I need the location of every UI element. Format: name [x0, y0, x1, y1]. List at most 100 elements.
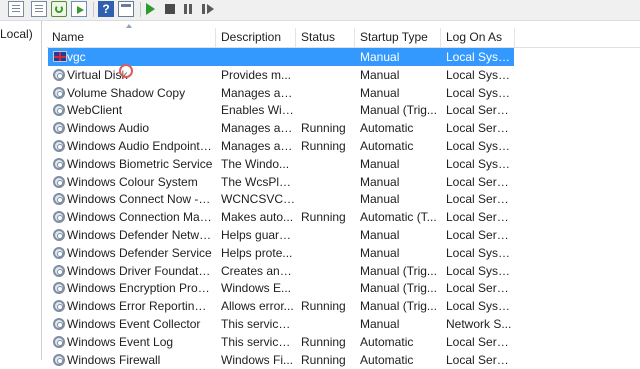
list-icon[interactable] [31, 1, 47, 17]
table-row[interactable]: Windows Audio Manages au... Running Automat… [47, 119, 640, 137]
service-status: Running [301, 210, 346, 225]
gear-icon [53, 122, 65, 135]
column-header-status[interactable]: Status [296, 28, 355, 47]
gear-icon [53, 86, 65, 99]
column-header-description[interactable]: Description [216, 28, 296, 47]
mouse-cursor-highlight [119, 64, 133, 78]
gear-icon [53, 246, 65, 259]
service-status [301, 190, 353, 208]
service-startup-type: Automatic [360, 121, 414, 136]
service-name: vgc [67, 50, 86, 64]
table-row[interactable]: Windows Defender Service Helps prote... Ma… [47, 244, 640, 262]
table-row[interactable]: Windows Defender Networ... Helps guard...… [47, 226, 640, 244]
service-name: Windows Connection Mana... [67, 210, 213, 225]
service-description: This service ... [221, 334, 295, 349]
column-header-log-on-as[interactable]: Log On As [441, 28, 515, 47]
column-header-name[interactable]: Name [47, 28, 216, 47]
table-row[interactable]: Windows Connect Now - C... WCNCSVC ... Man… [47, 190, 640, 208]
stop-service-icon[interactable] [165, 4, 175, 14]
gear-icon [53, 104, 65, 117]
service-name: Windows Audio [67, 121, 150, 136]
service-startup-type: Manual [360, 85, 400, 100]
table-row[interactable]: Windows Event Log This service ... Running… [47, 333, 640, 351]
service-name: Volume Shadow Copy [67, 85, 186, 100]
table-row[interactable]: vgc Manual Local Syste... [47, 48, 640, 66]
service-startup-type: Manual [360, 50, 400, 64]
service-status [301, 244, 353, 262]
table-row[interactable]: Windows Event Collector This service ... M… [47, 315, 640, 333]
export-icon[interactable] [71, 1, 87, 17]
services-list[interactable]: Name Description Status Startup Type Log… [47, 24, 640, 367]
service-startup-type: Automatic [360, 139, 414, 153]
service-status [301, 84, 353, 102]
service-description: Manages an... [221, 85, 295, 100]
service-description: Manages au... [221, 139, 295, 153]
service-name: Windows Audio Endpoint B... [67, 139, 213, 153]
gear-icon [53, 282, 65, 295]
service-status: Running [301, 334, 346, 349]
table-row[interactable]: Windows Audio Endpoint B... Manages au...… [47, 137, 640, 155]
gear-icon [53, 68, 65, 81]
service-log-on-as: Local Syste... [446, 50, 512, 64]
restart-service-icon[interactable] [202, 4, 214, 14]
service-log-on-as: Local Service [446, 334, 512, 349]
service-log-on-as: Local Syste... [446, 85, 512, 100]
console-tree-pane[interactable]: Local) [0, 21, 42, 360]
table-row[interactable]: WebClient Enables Win... Manual (Trig... Lo… [47, 101, 640, 119]
service-status [301, 279, 353, 297]
service-description: The Windo... [221, 156, 290, 171]
gear-icon [53, 193, 65, 206]
table-row[interactable]: Windows Encryption Provid... Windows E...… [47, 279, 640, 297]
start-service-icon[interactable] [146, 3, 155, 15]
table-row[interactable]: Volume Shadow Copy Manages an... Manual Loc… [47, 84, 640, 102]
toolbar: ? [0, 0, 640, 21]
table-row[interactable]: Windows Colour System The WcsPlu... Manual… [47, 173, 640, 191]
pause-service-icon[interactable] [183, 4, 193, 14]
toolbar-separator [140, 2, 141, 17]
service-description: The WcsPlu... [221, 174, 295, 189]
column-header-startup-type[interactable]: Startup Type [355, 28, 441, 47]
service-startup-type: Manual [360, 192, 400, 207]
service-status [301, 226, 353, 244]
service-description: Creates and... [221, 263, 295, 278]
service-description [221, 48, 295, 66]
table-row[interactable]: Windows Connection Mana... Makes auto... R… [47, 208, 640, 226]
service-name: Windows Encryption Provid... [67, 281, 213, 296]
sort-ascending-icon [126, 24, 132, 28]
properties-icon[interactable] [118, 1, 134, 17]
service-status [301, 262, 353, 280]
service-startup-type: Manual (Trig... [360, 263, 437, 278]
service-status: Running [301, 121, 346, 136]
gear-icon [53, 318, 65, 330]
table-row[interactable]: Windows Driver Foundation... Creates and.… [47, 262, 640, 280]
service-log-on-as: Local Syste... [446, 139, 512, 153]
table-row[interactable]: Windows Biometric Service The Windo... Man… [47, 155, 640, 173]
service-description: Provides m... [221, 67, 292, 82]
column-header-startup-type-label: Startup Type [360, 30, 428, 44]
table-row[interactable]: Virtual Disk Provides m... Manual Local Sys… [47, 66, 640, 84]
service-log-on-as: Local Syste... [446, 67, 512, 82]
service-description: Manages au... [221, 121, 295, 136]
service-startup-type: Automatic [360, 334, 414, 349]
gear-icon [53, 335, 65, 348]
service-startup-type: Manual [360, 67, 400, 82]
service-description: WCNCSVC ... [221, 192, 295, 207]
gear-icon [53, 264, 65, 277]
service-startup-type: Manual [360, 228, 400, 242]
refresh-icon[interactable] [51, 1, 67, 17]
service-status [301, 173, 353, 191]
column-header-log-on-as-label: Log On As [446, 30, 503, 44]
gear-icon [53, 140, 65, 152]
help-icon[interactable]: ? [98, 1, 114, 17]
service-name: Windows Event Collector [67, 317, 201, 331]
list-icon[interactable] [8, 1, 24, 17]
service-status: Running [301, 299, 346, 314]
service-name: WebClient [67, 103, 123, 118]
service-log-on-as: Local Service [446, 174, 512, 189]
service-name: Windows Biometric Service [67, 156, 213, 171]
uk-flag-icon [53, 51, 67, 62]
table-row[interactable]: Windows Error Reporting Se... Allows erro… [47, 297, 640, 315]
tree-item-services-local[interactable]: Local) [0, 27, 33, 41]
column-header-description-label: Description [221, 30, 282, 44]
service-startup-type: Manual [360, 317, 400, 331]
